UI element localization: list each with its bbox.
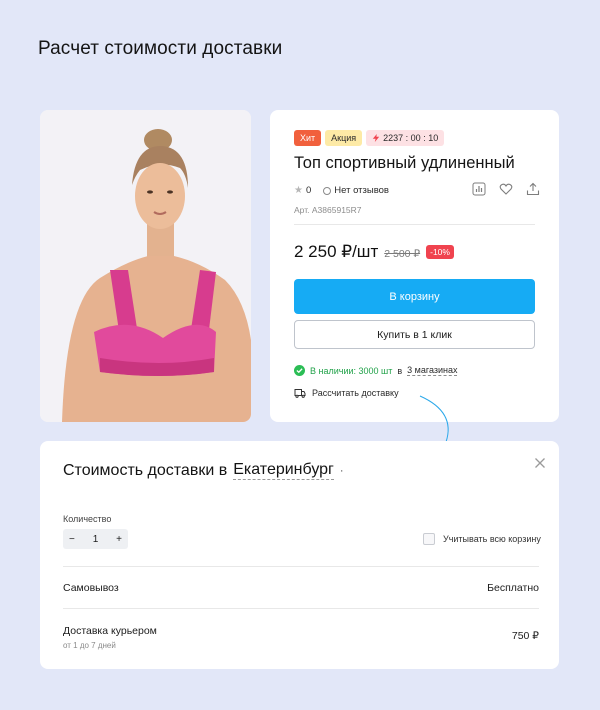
product-sku: Арт. A3865915R7 xyxy=(294,205,362,215)
price-row: 2 250 ₽/шт 2 500 ₽ -10% xyxy=(294,242,454,262)
heart-icon[interactable] xyxy=(499,182,513,196)
courier-label: Доставка курьером xyxy=(63,625,157,637)
divider xyxy=(294,224,535,225)
price: 2 250 ₽/шт xyxy=(294,242,379,261)
product-photo[interactable] xyxy=(40,110,251,422)
share-icon[interactable] xyxy=(526,182,540,196)
pickup-label: Самовывоз xyxy=(63,582,119,594)
stores-link[interactable]: 3 магазинах xyxy=(407,365,458,376)
divider xyxy=(63,566,539,567)
product-actions xyxy=(472,182,540,196)
rating-row: ★ 0 Нет отзывов xyxy=(294,185,389,196)
chevron-down-icon[interactable]: · xyxy=(340,465,344,477)
product-card: Хит Акция 2237 : 00 : 10 Топ спортивный … xyxy=(270,110,559,422)
whole-cart-checkbox[interactable]: Учитывать всю корзину xyxy=(423,533,541,545)
stock-available: В наличии: 3000 шт xyxy=(310,365,393,376)
courier-price: 750 ₽ xyxy=(511,630,539,642)
page-title: Расчет стоимости доставки xyxy=(38,38,283,59)
discount-badge: -10% xyxy=(426,245,454,259)
truck-icon xyxy=(294,389,306,398)
quantity-value[interactable]: 1 xyxy=(93,534,99,545)
add-to-cart-button[interactable]: В корзину xyxy=(294,279,535,314)
quantity-stepper: − 1 + xyxy=(63,529,128,549)
badge-timer: 2237 : 00 : 10 xyxy=(366,130,445,146)
whole-cart-label: Учитывать всю корзину xyxy=(443,534,541,544)
product-image xyxy=(40,110,251,422)
quantity-label: Количество xyxy=(63,514,112,524)
badge-group: Хит Акция 2237 : 00 : 10 xyxy=(294,130,445,146)
comment-icon xyxy=(323,186,332,195)
city-selector[interactable]: Екатеринбург xyxy=(233,461,334,480)
calculate-delivery-label: Рассчитать доставку xyxy=(312,388,399,398)
courier-terms: от 1 до 7 дней xyxy=(63,641,116,650)
badge-promo: Акция xyxy=(325,130,363,146)
product-name: Топ спортивный удлиненный xyxy=(294,154,515,172)
checkbox[interactable] xyxy=(423,533,435,545)
check-circle-icon xyxy=(294,365,305,376)
panel-title-text: Стоимость доставки в xyxy=(63,461,228,479)
calculate-delivery-link[interactable]: Рассчитать доставку xyxy=(294,388,399,398)
quantity-increase-button[interactable]: + xyxy=(116,534,122,545)
old-price: 2 500 ₽ xyxy=(384,248,421,260)
quantity-decrease-button[interactable]: − xyxy=(69,534,75,545)
star-icon: ★ xyxy=(294,185,303,196)
delivery-cost-panel: Стоимость доставки в Екатеринбург · Коли… xyxy=(40,441,559,669)
lightning-icon xyxy=(372,134,380,142)
stock-status: В наличии: 3000 шт в 3 магазинах xyxy=(294,365,458,376)
pickup-price: Бесплатно xyxy=(487,582,539,594)
divider xyxy=(63,608,539,609)
buy-one-click-button[interactable]: Купить в 1 клик xyxy=(294,320,535,349)
reviews-link[interactable]: Нет отзывов xyxy=(334,185,389,196)
badge-hit: Хит xyxy=(294,130,322,146)
close-icon[interactable] xyxy=(534,456,546,468)
panel-title: Стоимость доставки в Екатеринбург · xyxy=(63,461,344,480)
rating-value: 0 xyxy=(305,185,312,196)
stock-in: в xyxy=(397,365,403,376)
compare-icon[interactable] xyxy=(472,182,486,196)
